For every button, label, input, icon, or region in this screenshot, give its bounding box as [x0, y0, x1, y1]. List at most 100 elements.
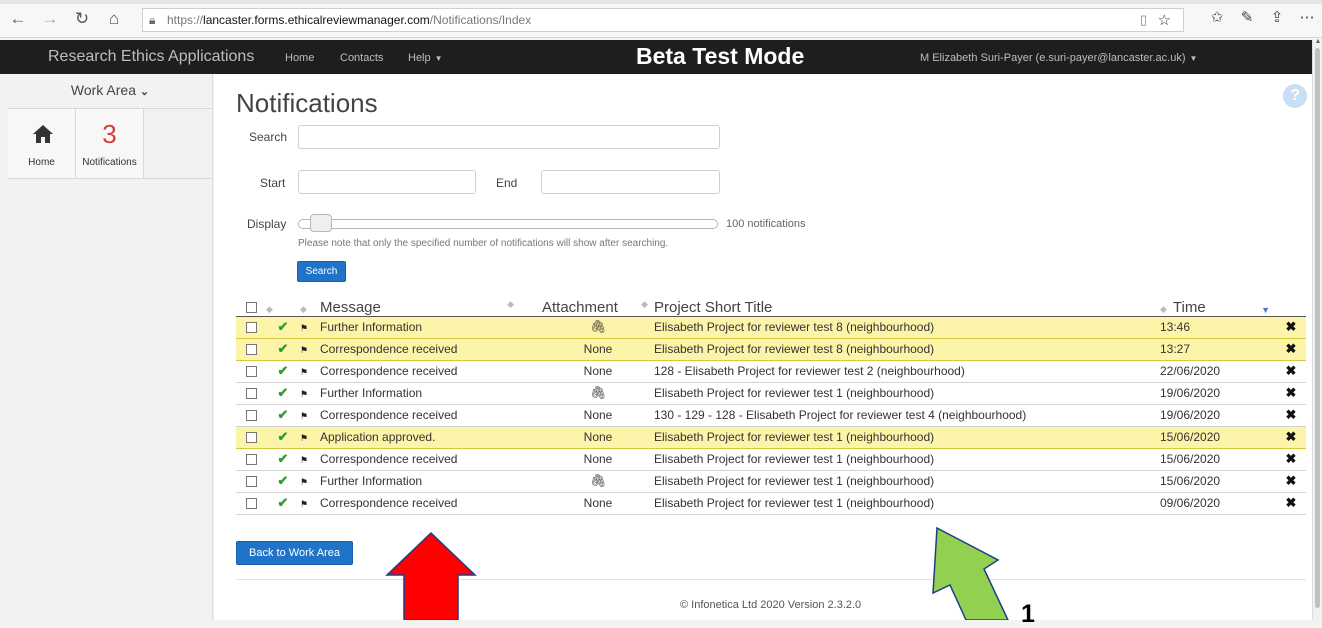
delete-icon[interactable]: ✖: [1286, 385, 1297, 400]
select-all-checkbox[interactable]: [246, 302, 257, 314]
message-cell[interactable]: Further Information: [320, 315, 542, 339]
delete-icon[interactable]: ✖: [1286, 363, 1297, 378]
flag-icon[interactable]: ⚑: [300, 367, 308, 377]
project-cell[interactable]: Elisabeth Project for reviewer test 1 (n…: [654, 492, 1160, 515]
checkmark-icon[interactable]: ✔: [278, 451, 289, 466]
project-cell[interactable]: 128 - Elisabeth Project for reviewer tes…: [654, 360, 1160, 383]
row-checkbox[interactable]: [246, 366, 257, 378]
nav-contacts-link[interactable]: Contacts: [340, 52, 383, 64]
sort-flag-header[interactable]: ◆: [300, 296, 320, 317]
delete-icon[interactable]: ✖: [1286, 451, 1297, 466]
col-time-header[interactable]: ◆ Time ▼: [1160, 296, 1276, 317]
message-cell[interactable]: Correspondence received: [320, 492, 542, 515]
delete-icon[interactable]: ✖: [1286, 319, 1297, 334]
message-cell[interactable]: Correspondence received: [320, 337, 542, 361]
share-icon[interactable]: ⇪: [1262, 8, 1292, 26]
back-arrow-icon[interactable]: ←: [4, 9, 32, 29]
work-area-toggle[interactable]: Work Area ⌄: [8, 74, 212, 109]
delete-icon[interactable]: ✖: [1286, 341, 1297, 356]
message-cell[interactable]: Further Information: [320, 382, 542, 405]
table-row[interactable]: ✔ ⚑ Correspondence received None Elisabe…: [236, 492, 1306, 515]
project-cell[interactable]: Elisabeth Project for reviewer test 1 (n…: [654, 382, 1160, 405]
checkmark-icon[interactable]: ✔: [278, 363, 289, 378]
row-checkbox[interactable]: [246, 322, 257, 334]
flag-icon[interactable]: ⚑: [300, 477, 308, 487]
reading-view-icon[interactable]: ▯: [1140, 12, 1147, 28]
display-slider-handle[interactable]: [309, 214, 332, 232]
table-row[interactable]: ✔ ⚑ Correspondence received None Elisabe…: [236, 337, 1306, 361]
col-message-header[interactable]: Message ◆: [320, 296, 542, 317]
flag-icon[interactable]: ⚑: [300, 345, 308, 355]
message-cell[interactable]: Correspondence received: [320, 404, 542, 427]
start-date-input[interactable]: [298, 170, 476, 194]
row-checkbox[interactable]: [246, 498, 257, 510]
search-input[interactable]: [298, 125, 720, 149]
display-slider[interactable]: [298, 219, 718, 229]
checkmark-icon[interactable]: ✔: [278, 319, 289, 334]
refresh-icon[interactable]: ↻: [68, 9, 96, 29]
table-row[interactable]: ✔ ⚑ Correspondence received None 128 - E…: [236, 360, 1306, 383]
table-row[interactable]: ✔ ⚑ Further Information 🖇︎ Elisabeth Pro…: [236, 315, 1306, 339]
favorites-list-icon[interactable]: ✩: [1202, 8, 1232, 26]
row-checkbox[interactable]: [246, 410, 257, 422]
table-row[interactable]: ✔ ⚑ Correspondence received None 130 - 1…: [236, 404, 1306, 427]
delete-icon[interactable]: ✖: [1286, 473, 1297, 488]
table-row[interactable]: ✔ ⚑ Correspondence received None Elisabe…: [236, 448, 1306, 471]
scroll-up-icon[interactable]: ▲: [1313, 38, 1322, 45]
row-checkbox[interactable]: [246, 454, 257, 466]
project-cell[interactable]: 130 - 129 - 128 - Elisabeth Project for …: [654, 404, 1160, 427]
project-cell[interactable]: Elisabeth Project for reviewer test 8 (n…: [654, 315, 1160, 339]
pen-icon[interactable]: ✎: [1232, 8, 1262, 26]
flag-icon[interactable]: ⚑: [300, 411, 308, 421]
nav-help-link[interactable]: Help ▼: [408, 52, 443, 64]
flag-icon[interactable]: ⚑: [300, 433, 308, 443]
delete-icon[interactable]: ✖: [1286, 429, 1297, 444]
table-row[interactable]: ✔ ⚑ Application approved. None Elisabeth…: [236, 425, 1306, 449]
message-cell[interactable]: Further Information: [320, 470, 542, 493]
checkmark-icon[interactable]: ✔: [278, 341, 289, 356]
more-menu-icon[interactable]: ⋯: [1292, 8, 1322, 26]
browser-home-icon[interactable]: ⌂: [100, 9, 128, 29]
forward-arrow-icon[interactable]: →: [36, 9, 64, 29]
row-checkbox[interactable]: [246, 432, 257, 444]
delete-icon[interactable]: ✖: [1286, 407, 1297, 422]
flag-icon[interactable]: ⚑: [300, 455, 308, 465]
message-cell[interactable]: Correspondence received: [320, 448, 542, 471]
sort-read-header[interactable]: ◆: [266, 296, 300, 317]
checkmark-icon[interactable]: ✔: [278, 429, 289, 444]
delete-icon[interactable]: ✖: [1286, 495, 1297, 510]
row-checkbox[interactable]: [246, 476, 257, 488]
row-checkbox[interactable]: [246, 388, 257, 400]
help-icon[interactable]: ?: [1283, 84, 1307, 108]
end-date-input[interactable]: [541, 170, 720, 194]
col-attachment-header[interactable]: Attachment ◆: [542, 296, 654, 317]
flag-icon[interactable]: ⚑: [300, 323, 308, 333]
table-row[interactable]: ✔ ⚑ Further Information 🖇︎ Elisabeth Pro…: [236, 382, 1306, 405]
page-scrollbar[interactable]: ▲: [1312, 38, 1322, 620]
project-cell[interactable]: Elisabeth Project for reviewer test 1 (n…: [654, 448, 1160, 471]
sidebar-tile-notifications[interactable]: 3 Notifications: [76, 109, 144, 178]
search-button[interactable]: Search: [297, 261, 346, 282]
project-cell[interactable]: Elisabeth Project for reviewer test 1 (n…: [654, 425, 1160, 449]
brand-title[interactable]: Research Ethics Applications: [48, 48, 254, 66]
project-cell[interactable]: Elisabeth Project for reviewer test 1 (n…: [654, 470, 1160, 493]
checkmark-icon[interactable]: ✔: [278, 385, 289, 400]
row-checkbox[interactable]: [246, 344, 257, 356]
paperclip-icon[interactable]: 🖇︎: [590, 473, 607, 488]
scroll-thumb[interactable]: [1315, 48, 1320, 608]
back-to-work-area-button[interactable]: Back to Work Area: [236, 541, 353, 565]
checkmark-icon[interactable]: ✔: [278, 495, 289, 510]
checkmark-icon[interactable]: ✔: [278, 407, 289, 422]
message-cell[interactable]: Application approved.: [320, 425, 542, 449]
user-menu[interactable]: M Elizabeth Suri-Payer (e.suri-payer@lan…: [920, 52, 1197, 64]
paperclip-icon[interactable]: 🖇︎: [590, 385, 607, 400]
col-project-header[interactable]: Project Short Title: [654, 296, 1160, 317]
project-cell[interactable]: Elisabeth Project for reviewer test 8 (n…: [654, 337, 1160, 361]
flag-icon[interactable]: ⚑: [300, 499, 308, 509]
address-bar[interactable]: 🔒︎ https://lancaster.forms.ethicalreview…: [142, 8, 1184, 32]
checkmark-icon[interactable]: ✔: [278, 473, 289, 488]
message-cell[interactable]: Correspondence received: [320, 360, 542, 383]
sidebar-tile-home[interactable]: Home: [8, 109, 76, 178]
flag-icon[interactable]: ⚑: [300, 389, 308, 399]
nav-home-link[interactable]: Home: [285, 52, 314, 64]
